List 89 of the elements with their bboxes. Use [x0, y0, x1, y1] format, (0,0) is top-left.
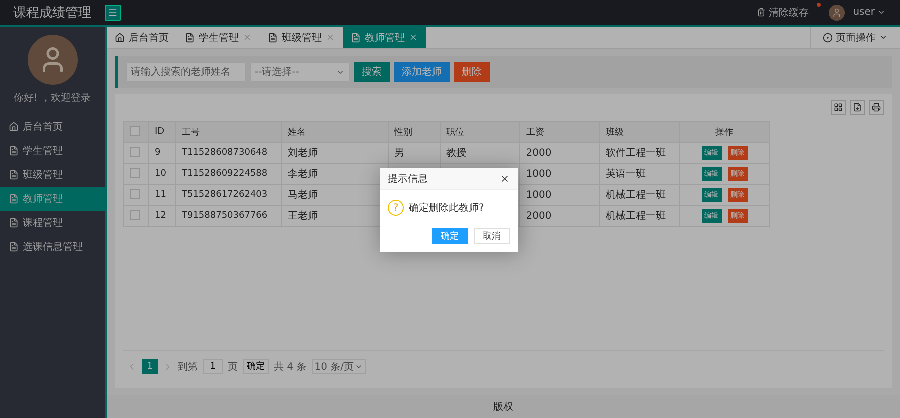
app-title: 课程成绩管理	[12, 4, 92, 22]
document-icon	[9, 242, 19, 252]
columns-button[interactable]	[831, 100, 846, 115]
sidebar-item[interactable]: 后台首页	[0, 115, 105, 139]
target-icon	[823, 32, 833, 42]
dialog-message: 确定删除此教师?	[409, 202, 484, 215]
goto-label: 到第	[178, 360, 198, 374]
table-cell: T11528608730648	[175, 142, 282, 164]
caret-icon	[879, 33, 888, 42]
tab[interactable]: 班级管理	[260, 27, 343, 48]
menu-button[interactable]	[105, 4, 121, 20]
column-header: 职位	[440, 122, 520, 142]
add-button[interactable]: 添加老师	[394, 62, 450, 82]
sidebar-item[interactable]: 教师管理	[0, 187, 105, 211]
grid-icon	[834, 103, 843, 112]
table-cell: 2000	[520, 206, 600, 226]
caret-icon	[877, 8, 886, 17]
column-header: 工资	[520, 122, 600, 142]
goto-button[interactable]: 确定	[243, 359, 269, 374]
row-checkbox[interactable]	[130, 210, 140, 220]
page-size-select[interactable]: 10 条/页	[312, 359, 366, 374]
table-cell: 机械工程一班	[600, 184, 680, 206]
table-cell: T51528617262403	[175, 184, 282, 206]
tab[interactable]: 学生管理	[177, 27, 260, 48]
document-icon	[351, 32, 361, 42]
table-cell: 10	[148, 164, 176, 184]
clear-cache-link[interactable]: 清除缓存	[757, 6, 810, 20]
page-input[interactable]: 1	[203, 359, 223, 374]
tab[interactable]: 后台首页	[107, 27, 177, 48]
delete-button[interactable]: 删除	[454, 62, 490, 82]
column-header: ID	[148, 122, 176, 142]
table-cell: T91588750367766	[175, 206, 282, 226]
welcome-text: 你好! ，欢迎登录	[14, 92, 92, 105]
question-icon: ?	[388, 200, 404, 216]
print-icon	[872, 103, 881, 112]
document-icon	[185, 32, 195, 42]
table-cell: 教授	[440, 142, 520, 164]
sidebar-item[interactable]: 班级管理	[0, 163, 105, 187]
menu-icon	[108, 8, 118, 18]
tab[interactable]: 教师管理	[343, 27, 426, 48]
row-checkbox[interactable]	[130, 146, 140, 156]
table-cell: 9	[148, 142, 176, 164]
search-button[interactable]: 搜索	[354, 62, 390, 82]
table-cell: 英语一班	[600, 164, 680, 184]
row-checkbox[interactable]	[130, 188, 140, 198]
sidebar-item[interactable]: 课程管理	[0, 211, 105, 235]
table-cell: 男	[388, 142, 440, 164]
print-button[interactable]	[869, 100, 884, 115]
sidebar-item[interactable]: 选课信息管理	[0, 235, 105, 259]
home-icon	[115, 32, 125, 42]
column-header: 姓名	[281, 122, 388, 142]
column-header: 性别	[388, 122, 440, 142]
table-cell: 11	[148, 184, 176, 206]
document-icon	[268, 32, 278, 42]
page-unit: 页	[228, 360, 238, 374]
column-header: 班级	[600, 122, 680, 142]
total-count: 共 4 条	[274, 360, 307, 374]
table-cell: 1000	[520, 184, 600, 206]
sidebar-item[interactable]: 学生管理	[0, 139, 105, 163]
column-header: 工号	[175, 122, 282, 142]
table-cell: 1000	[520, 164, 600, 184]
table-cell: 软件工程一班	[600, 142, 680, 164]
notification-dot	[817, 2, 822, 6]
column-header: 操作	[680, 122, 770, 142]
table-cell: 机械工程一班	[600, 206, 680, 226]
table-cell: 12	[148, 206, 176, 226]
document-icon	[9, 218, 19, 228]
home-icon	[9, 122, 19, 132]
table-cell: 刘老师	[281, 142, 388, 164]
download-icon	[853, 103, 862, 112]
row-checkbox[interactable]	[130, 168, 140, 178]
page-number[interactable]: 1	[142, 359, 158, 374]
document-icon	[9, 146, 19, 156]
dialog-title: 提示信息	[388, 172, 428, 186]
select-dropdown[interactable]: --请选择--	[250, 62, 350, 82]
user-icon	[832, 8, 842, 18]
export-button[interactable]	[850, 100, 865, 115]
select-all-checkbox[interactable]	[130, 126, 140, 136]
table-cell: T11528609224588	[175, 164, 282, 184]
table-cell: 2000	[520, 142, 600, 164]
document-icon	[9, 170, 19, 180]
search-field[interactable]: 请输入搜索的老师姓名	[126, 62, 246, 82]
document-icon	[9, 194, 19, 204]
cancel-button[interactable]: 取消	[474, 228, 510, 244]
close-icon[interactable]	[500, 174, 510, 184]
confirm-button[interactable]: 确定	[432, 228, 468, 244]
trash-icon	[757, 8, 766, 17]
page-actions-menu[interactable]: 页面操作	[810, 27, 900, 48]
user-menu[interactable]: user	[853, 7, 886, 18]
